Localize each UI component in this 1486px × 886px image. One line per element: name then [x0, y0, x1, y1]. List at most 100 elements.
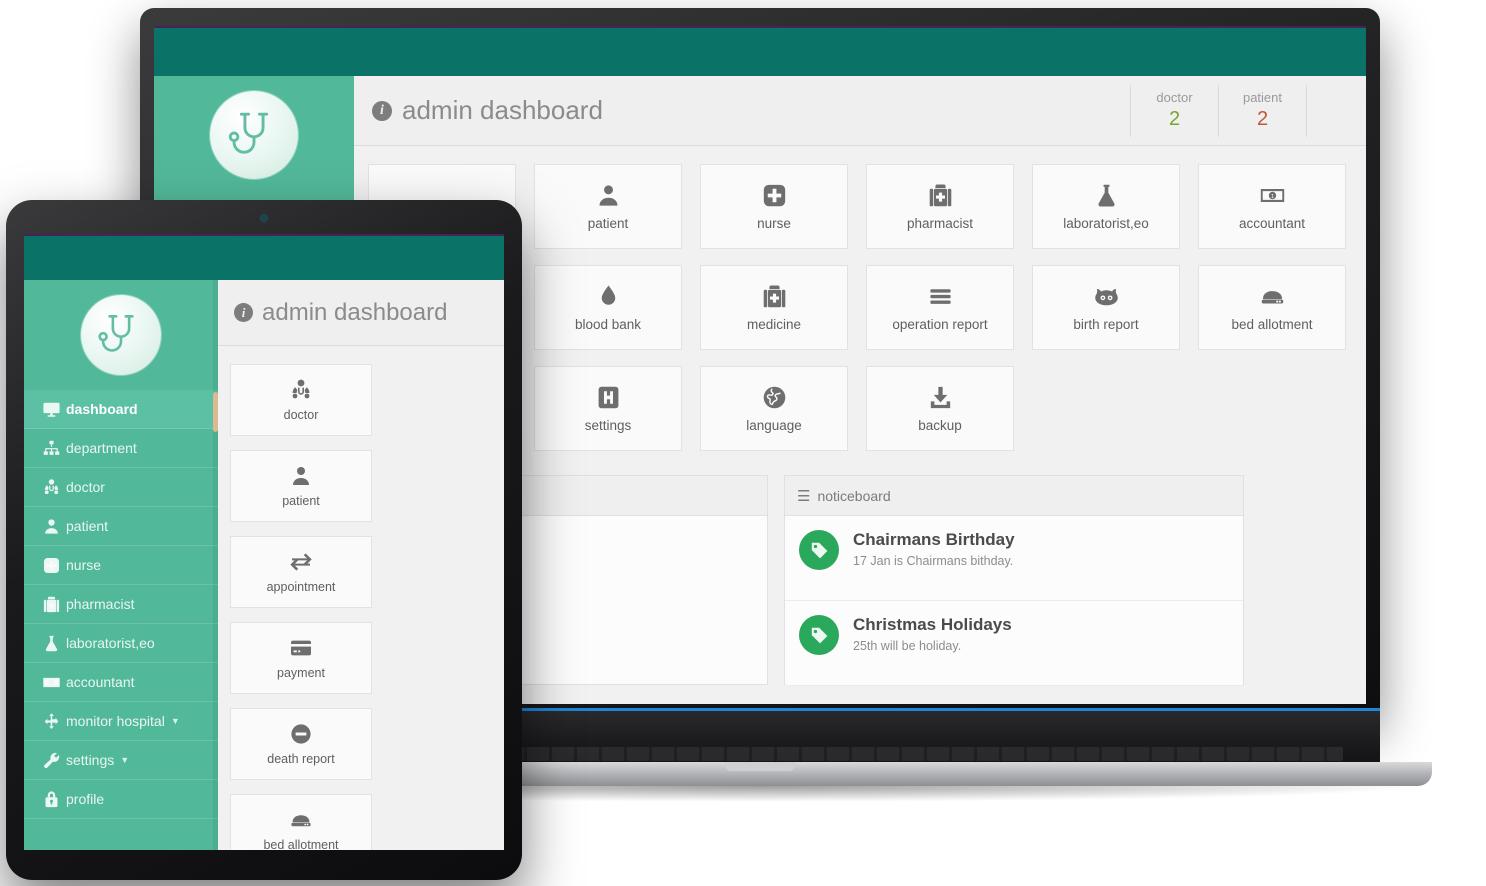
sidebar-item-accountant[interactable]: 1 accountant [24, 663, 218, 702]
tablet-logo-wrap[interactable] [24, 280, 218, 390]
notice-subtitle: 17 Jan is Chairmans bithday. [853, 554, 1014, 568]
minus-circle-icon [289, 722, 313, 746]
bed-icon [1259, 283, 1286, 310]
tile-patient[interactable]: patient [534, 164, 682, 249]
wrench-icon [36, 751, 66, 770]
tablet-topbar [24, 236, 504, 280]
tile-patient[interactable]: patient [230, 450, 372, 522]
tile-operation-report[interactable]: operation report [866, 265, 1014, 350]
tablet-page-header: i admin dashboard [218, 280, 504, 346]
sidebar-scrollbar-thumb[interactable] [213, 392, 218, 432]
tile-settings[interactable]: settings [534, 366, 682, 451]
tile-label: pharmacist [906, 216, 974, 231]
tablet-camera-icon [261, 215, 267, 221]
download-icon [927, 384, 954, 411]
tile-label: accountant [1238, 216, 1306, 231]
tile-label: doctor [283, 408, 319, 422]
tile-label: medicine [746, 317, 802, 332]
notice-item[interactable]: Christmas Holidays 25th will be holiday. [785, 601, 1243, 686]
tag-icon [799, 530, 839, 570]
plus-square-icon [761, 182, 788, 209]
sidebar-item-dashboard[interactable]: dashboard [24, 390, 218, 429]
svg-text:1: 1 [50, 680, 52, 685]
tag-icon [799, 615, 839, 655]
tile-death-report[interactable]: death report [230, 708, 372, 780]
tile-birth-report[interactable]: birth report [1032, 265, 1180, 350]
tile-blood-bank[interactable]: blood bank [534, 265, 682, 350]
droplet-icon [595, 283, 622, 310]
stat-doctor-label: doctor [1156, 90, 1193, 105]
tile-backup[interactable]: backup [866, 366, 1014, 451]
noticeboard-panel: ☰ noticeboard Chairmans Birthday 17 Jan i… [784, 475, 1244, 686]
sidebar-item-patient[interactable]: patient [24, 507, 218, 546]
tablet-tile-grid: doctor patient appointment payment death rep… [218, 346, 504, 850]
tile-label: nurse [757, 216, 791, 231]
tile-doctor[interactable]: doctor [230, 364, 372, 436]
doctor-icon [289, 378, 313, 402]
tile-label: patient [282, 494, 320, 508]
tile-accountant[interactable]: 1 accountant [1198, 164, 1346, 249]
doctor-icon [36, 478, 66, 497]
stat-patient-value: 2 [1256, 108, 1269, 130]
sidebar-item-label: pharmacist [66, 596, 135, 612]
money-icon: 1 [1259, 182, 1286, 209]
notice-title: Chairmans Birthday [853, 530, 1015, 549]
tile-pharmacist[interactable]: pharmacist [866, 164, 1014, 249]
tile-language[interactable]: language [700, 366, 848, 451]
tile-medicine[interactable]: medicine [700, 265, 848, 350]
user-icon [289, 464, 313, 488]
bed-icon [289, 808, 313, 832]
sidebar-item-pharmacist[interactable]: pharmacist [24, 585, 218, 624]
stat-patient: patient 2 [1218, 84, 1306, 137]
stat-overflow [1306, 84, 1366, 137]
tile-nurse[interactable]: nurse [700, 164, 848, 249]
stat-doctor-value: 2 [1168, 108, 1181, 130]
sidebar-item-label: dashboard [66, 401, 138, 417]
sidebar-item-laboratorist-eo[interactable]: laboratorist,eo [24, 624, 218, 663]
sidebar-item-label: doctor [66, 479, 105, 495]
sidebar-item-settings[interactable]: settings ▼ [24, 741, 218, 780]
tablet-device: dashboard department doctor patient nurse pha… [6, 200, 522, 880]
sidebar-item-doctor[interactable]: doctor [24, 468, 218, 507]
sidebar-item-label: patient [66, 518, 109, 534]
tile-label: birth report [1073, 317, 1139, 332]
sidebar-item-profile[interactable]: profile [24, 780, 218, 819]
stat-patient-label: patient [1242, 90, 1283, 105]
tile-label: settings [584, 418, 632, 433]
sidebar-scrollbar[interactable] [213, 280, 218, 850]
tile-payment[interactable]: payment [230, 622, 372, 694]
notice-title: Christmas Holidays [853, 615, 1012, 634]
sidebar-item-monitor-hospital[interactable]: monitor hospital ▼ [24, 702, 218, 741]
stats-bar: doctor 2 patient 2 [1130, 76, 1366, 146]
laptop-logo-wrap[interactable] [154, 76, 354, 194]
tile-label: blood bank [574, 317, 642, 332]
laptop-notch [725, 762, 795, 771]
desktop-icon [36, 400, 66, 419]
page-title-text: admin dashboard [262, 298, 448, 326]
tile-appointment[interactable]: appointment [230, 536, 372, 608]
tile-bed-allotment[interactable]: bed allotment [230, 794, 372, 850]
flask-icon [1093, 182, 1120, 209]
tile-bed-allotment[interactable]: bed allotment [1198, 265, 1346, 350]
page-title: i admin dashboard [372, 95, 603, 126]
laptop-page-header: i admin dashboard doctor 2 patient 2 [354, 76, 1366, 146]
chevron-down-icon: ▼ [120, 755, 130, 765]
lock-icon [36, 790, 66, 809]
notice-item[interactable]: Chairmans Birthday 17 Jan is Chairmans bi… [785, 516, 1243, 601]
tile-label: bed allotment [1231, 317, 1313, 332]
tile-label: payment [277, 666, 325, 680]
sidebar-item-label: department [66, 440, 137, 456]
tablet-screen: dashboard department doctor patient nurse pha… [24, 234, 504, 850]
sidebar-item-label: monitor hospital [66, 713, 165, 729]
tablet-app-body: dashboard department doctor patient nurse pha… [24, 280, 504, 850]
tile-label: operation report [892, 317, 988, 332]
bars-icon [927, 283, 954, 310]
sidebar-item-department[interactable]: department [24, 429, 218, 468]
globe-icon [761, 384, 788, 411]
money-icon: 1 [36, 673, 66, 692]
svg-text:1: 1 [1270, 194, 1273, 200]
baby-face-icon [1093, 283, 1120, 310]
sidebar-item-nurse[interactable]: nurse [24, 546, 218, 585]
tile-laboratorist-eo[interactable]: laboratorist,eo [1032, 164, 1180, 249]
notice-list: Chairmans Birthday 17 Jan is Chairmans bi… [785, 516, 1243, 686]
